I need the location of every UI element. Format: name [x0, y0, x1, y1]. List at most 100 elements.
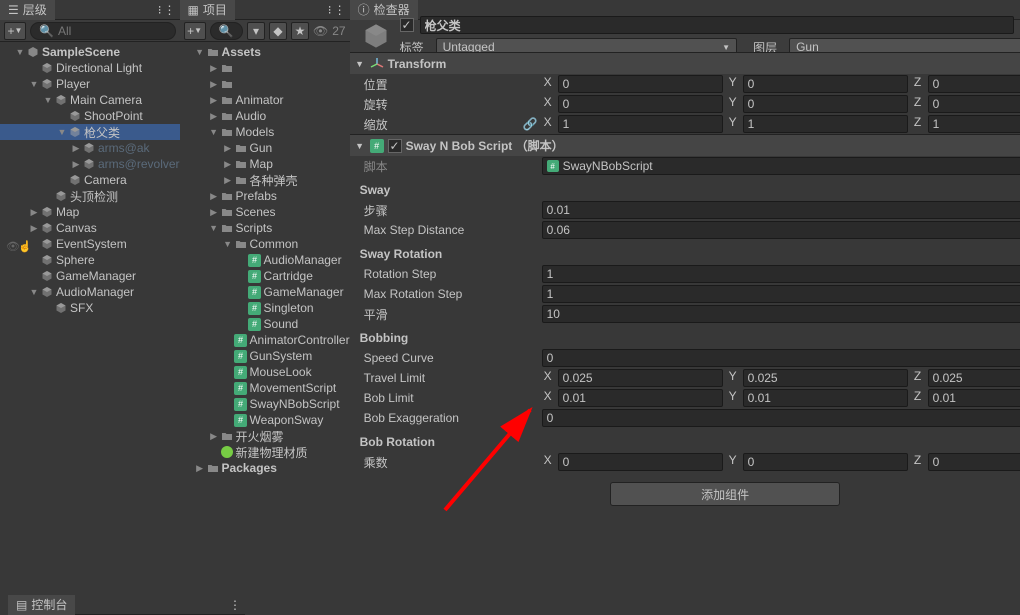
boblimit-z[interactable]	[928, 389, 1020, 407]
expand-arrow-icon[interactable]: ▼	[14, 47, 26, 57]
tree-item[interactable]: #AnimatorController	[180, 332, 350, 348]
tree-item[interactable]: #MouseLook	[180, 364, 350, 380]
maxrotstep-field[interactable]	[542, 285, 1020, 303]
add-component-button[interactable]: 添加组件	[610, 482, 840, 506]
pos-y[interactable]	[743, 75, 908, 93]
expand-arrow-icon[interactable]: ▼	[42, 95, 54, 105]
expand-arrow-icon[interactable]: ▼	[28, 287, 40, 297]
scale-z[interactable]	[928, 115, 1020, 133]
tree-item[interactable]: #MovementScript	[180, 380, 350, 396]
expand-arrow-icon[interactable]: ▶	[208, 431, 220, 442]
tree-item[interactable]: ▶Map	[0, 204, 180, 220]
expand-arrow-icon[interactable]: ▶	[194, 463, 206, 474]
hierarchy-tab[interactable]: ☰ 层级	[0, 0, 55, 20]
tree-item[interactable]: #Singleton	[180, 300, 350, 316]
expand-arrow-icon[interactable]: ▶	[208, 111, 220, 122]
tree-item[interactable]: ▼Scripts	[180, 220, 350, 236]
expand-arrow-icon[interactable]: ▶	[208, 95, 220, 106]
expand-arrow-icon[interactable]: ▶	[222, 159, 234, 170]
rot-y[interactable]	[743, 95, 908, 113]
mult-y[interactable]	[743, 453, 908, 471]
star-button[interactable]: ★	[291, 22, 309, 40]
project-tree[interactable]: ▼Assets▶▶▶Animator▶Audio▼Models▶Gun▶Map▶…	[180, 42, 350, 615]
expand-arrow-icon[interactable]: ▶	[208, 191, 220, 202]
tree-item[interactable]: ▶	[180, 76, 350, 92]
filter2-button[interactable]: ◆	[269, 22, 287, 40]
create-button[interactable]: +▼	[184, 22, 206, 40]
tree-item[interactable]: ▶Gun	[180, 140, 350, 156]
expand-arrow-icon[interactable]: ▶	[70, 143, 82, 154]
rot-z[interactable]	[928, 95, 1020, 113]
tree-item[interactable]: ▶	[180, 60, 350, 76]
expand-arrow-icon[interactable]: ▶	[208, 79, 220, 90]
tree-item[interactable]: GameManager	[0, 268, 180, 284]
tree-item[interactable]: ▶Scenes	[180, 204, 350, 220]
hierarchy-tree[interactable]: ▼SampleSceneDirectional Light▼Player▼Mai…	[0, 42, 180, 615]
tree-item[interactable]: ▶开火烟雾	[180, 428, 350, 444]
filter-button[interactable]: ▾	[247, 22, 265, 40]
expand-arrow-icon[interactable]: ▶	[70, 159, 82, 170]
tree-item[interactable]: ▶Animator	[180, 92, 350, 108]
expand-arrow-icon[interactable]: ▼	[208, 127, 220, 137]
tree-item[interactable]: 新建物理材质	[180, 444, 350, 460]
project-search[interactable]: 🔍	[210, 22, 243, 40]
tree-item[interactable]: ▼SampleScene	[0, 44, 180, 60]
script-field[interactable]: # SwayNBobScript ⊙	[542, 157, 1020, 175]
project-tab[interactable]: ▦ 项目	[180, 0, 235, 20]
tree-item[interactable]: ▶Packages	[180, 460, 350, 476]
tree-item[interactable]: ▶arms@revolver	[0, 156, 180, 172]
tree-item[interactable]: ▼AudioManager	[0, 284, 180, 300]
hidden-icon[interactable]: 👁	[313, 24, 328, 38]
script-header[interactable]: ▼ # ✓ Sway N Bob Script （脚本） ? ⇄ ⋮	[350, 134, 1020, 156]
tree-item[interactable]: #GameManager	[180, 284, 350, 300]
travel-z[interactable]	[928, 369, 1020, 387]
pos-z[interactable]	[928, 75, 1020, 93]
expand-arrow-icon[interactable]: ▶	[28, 207, 40, 218]
scale-y[interactable]	[743, 115, 908, 133]
active-checkbox[interactable]: ✓	[400, 18, 414, 32]
tree-item[interactable]: SFX	[0, 300, 180, 316]
create-button[interactable]: +▼	[4, 22, 26, 40]
lock-icon[interactable]: ⁝	[328, 3, 332, 17]
smooth-field[interactable]	[542, 305, 1020, 323]
tree-item[interactable]: ▼Common	[180, 236, 350, 252]
link-icon[interactable]: 🔗	[523, 117, 538, 131]
tree-item[interactable]: ShootPoint	[0, 108, 180, 124]
mult-x[interactable]	[558, 453, 723, 471]
speedcurve-field[interactable]	[542, 349, 1020, 367]
tree-item[interactable]: ▶Audio	[180, 108, 350, 124]
tree-item[interactable]: ▼Player	[0, 76, 180, 92]
tree-item[interactable]: ▼枪父类	[0, 124, 180, 140]
expand-arrow-icon[interactable]: ▶	[208, 207, 220, 218]
console-tab[interactable]: ▤ 控制台	[8, 595, 75, 615]
expand-arrow-icon[interactable]: ▼	[28, 79, 40, 89]
expand-arrow-icon[interactable]: ▶	[208, 63, 220, 74]
expand-arrow-icon[interactable]: ▶	[222, 143, 234, 154]
pickable-icon[interactable]: ☝	[18, 240, 32, 253]
tree-item[interactable]: ▼Main Camera	[0, 92, 180, 108]
lock-icon[interactable]: ⁝	[158, 3, 162, 17]
tree-item[interactable]: ▶Map	[180, 156, 350, 172]
tree-item[interactable]: #AudioManager	[180, 252, 350, 268]
expand-arrow-icon[interactable]: ▼	[194, 47, 206, 57]
maxstep-field[interactable]	[542, 221, 1020, 239]
tree-item[interactable]: ▼Assets	[180, 44, 350, 60]
tree-item[interactable]: Camera	[0, 172, 180, 188]
boblimit-x[interactable]	[558, 389, 723, 407]
rot-x[interactable]	[558, 95, 723, 113]
scale-x[interactable]	[558, 115, 723, 133]
tree-item[interactable]: Directional Light	[0, 60, 180, 76]
tree-item[interactable]: 头顶检测	[0, 188, 180, 204]
expand-arrow-icon[interactable]: ▶	[28, 223, 40, 234]
tree-item[interactable]: ▶Canvas	[0, 220, 180, 236]
tree-item[interactable]: ▼Models	[180, 124, 350, 140]
step-field[interactable]	[542, 201, 1020, 219]
bobex-field[interactable]	[542, 409, 1020, 427]
menu-icon[interactable]: ⋮	[229, 598, 241, 612]
tree-item[interactable]: #Sound	[180, 316, 350, 332]
travel-x[interactable]	[558, 369, 723, 387]
mult-z[interactable]	[928, 453, 1020, 471]
script-enabled-checkbox[interactable]: ✓	[388, 139, 402, 153]
travel-y[interactable]	[743, 369, 908, 387]
expand-arrow-icon[interactable]: ▼	[56, 127, 68, 137]
